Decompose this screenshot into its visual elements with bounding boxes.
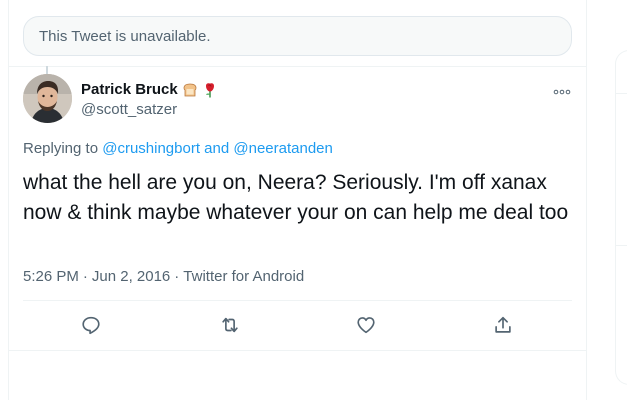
retweet-icon [222,317,238,333]
unavailable-text: This Tweet is unavailable. [39,28,211,45]
rose-emoji-icon [202,82,218,98]
more-options-icon[interactable] [553,84,571,95]
meta-separator: · [174,268,180,285]
meta-separator: · [82,268,88,285]
sidebar-divider [616,245,627,246]
replying-prefix: Replying to [23,140,99,157]
retweet-button[interactable] [219,314,241,336]
like-icon [357,317,375,334]
mention-link[interactable]: @neeratanden [233,140,332,157]
author-name-row: Patrick Bruck [81,81,218,98]
replying-to: Replying to @crushingbort and @neeratand… [23,140,333,157]
reply-icon [82,316,100,335]
tweet-text: what the hell are you on, Neera? Serious… [23,171,569,224]
mention-link[interactable]: @crushingbort [102,140,200,157]
tweet-source[interactable]: Twitter for Android [183,268,304,285]
share-button[interactable] [492,314,514,336]
divider [8,350,587,351]
avatar-photo [23,74,72,123]
divider [23,300,572,301]
bread-emoji-icon [182,82,198,98]
sidebar-divider [616,93,627,94]
tweet-meta: 5:26 PM · Jun 2, 2016 · Twitter for Andr… [23,268,304,285]
author-handle[interactable]: @scott_satzer [81,101,177,118]
replying-conjunction: and [204,140,230,157]
divider [8,66,587,67]
share-icon [495,316,511,333]
sidebar-card-edge [615,50,627,385]
author-display-name[interactable]: Patrick Bruck [81,81,178,98]
tweet-time[interactable]: 5:26 PM [23,268,79,285]
reply-button[interactable] [80,314,102,336]
tweet-unavailable-notice: This Tweet is unavailable. [23,16,572,56]
tweet-date[interactable]: Jun 2, 2016 [92,268,170,285]
avatar[interactable] [23,74,72,123]
like-button[interactable] [355,314,377,336]
